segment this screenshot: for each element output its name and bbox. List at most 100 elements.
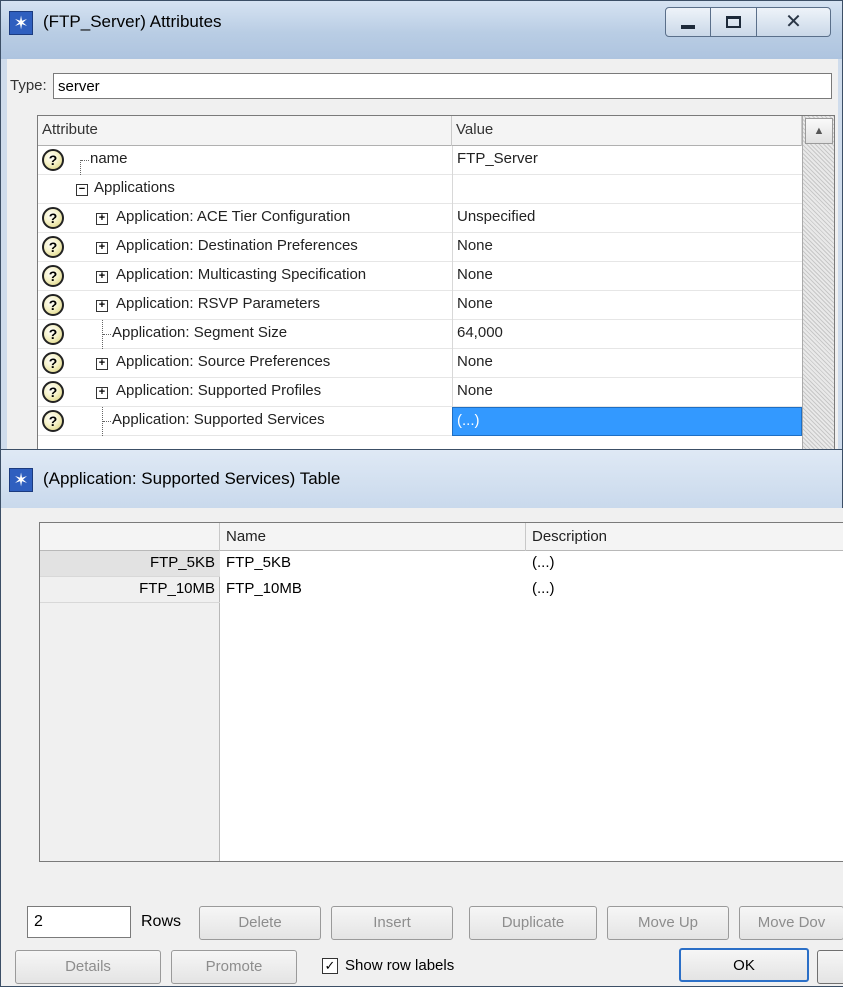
promote-button[interactable]: Promote bbox=[171, 950, 297, 984]
collapse-icon[interactable]: − bbox=[76, 184, 88, 196]
attribute-value[interactable]: None bbox=[452, 378, 802, 407]
details-button[interactable]: Details bbox=[15, 950, 161, 984]
attribute-value[interactable]: None bbox=[452, 291, 802, 320]
cell-name[interactable]: FTP_10MB bbox=[220, 577, 526, 603]
maximize-icon bbox=[726, 16, 741, 28]
question-mark-icon[interactable]: ? bbox=[42, 381, 64, 403]
tree-connector bbox=[80, 160, 90, 175]
minimize-button[interactable] bbox=[665, 7, 711, 37]
attribute-row-supported-services[interactable]: ? Application: Supported Services (...) bbox=[38, 407, 802, 436]
table-row[interactable]: FTP_10MB FTP_10MB (...) bbox=[40, 577, 843, 603]
expand-icon[interactable]: + bbox=[96, 271, 108, 283]
expand-icon[interactable]: + bbox=[96, 242, 108, 254]
column-header-attribute[interactable]: Attribute bbox=[38, 116, 452, 146]
attribute-row-multicasting[interactable]: ? + Application: Multicasting Specificat… bbox=[38, 262, 802, 291]
ok-button[interactable]: OK bbox=[679, 948, 809, 982]
attribute-value-selected[interactable]: (...) bbox=[452, 407, 802, 436]
row-label[interactable]: FTP_5KB bbox=[40, 551, 220, 577]
rows-label: Rows bbox=[141, 913, 182, 930]
cell-description[interactable]: (...) bbox=[526, 577, 843, 603]
attributes-client: Type: Attribute Value ? name FTP_Server … bbox=[7, 59, 838, 467]
opnet-star-icon: ✶ bbox=[9, 11, 33, 35]
attribute-row-supported-profiles[interactable]: ? + Application: Supported Profiles None bbox=[38, 378, 802, 407]
column-header-value[interactable]: Value bbox=[452, 116, 802, 146]
attributes-window: ✶ (FTP_Server) Attributes ✕ Type: Attrib… bbox=[0, 0, 843, 470]
expand-icon[interactable]: + bbox=[96, 300, 108, 312]
attribute-value[interactable]: None bbox=[452, 349, 802, 378]
attribute-value[interactable]: FTP_Server bbox=[452, 146, 802, 175]
attribute-value[interactable] bbox=[452, 175, 802, 204]
vertical-scrollbar[interactable]: ▲ bbox=[802, 116, 834, 466]
attributes-grid: Attribute Value ? name FTP_Server − Appl… bbox=[37, 115, 835, 467]
attribute-name: Application: Supported Profiles bbox=[116, 382, 322, 399]
rows-count-field[interactable] bbox=[27, 906, 131, 938]
show-row-labels-label[interactable]: Show row labels bbox=[345, 957, 454, 974]
move-down-button[interactable]: Move Dov bbox=[739, 906, 843, 940]
expand-icon[interactable]: + bbox=[96, 387, 108, 399]
attribute-name: Applications bbox=[94, 179, 175, 196]
attribute-value[interactable]: None bbox=[452, 233, 802, 262]
table-client: Name Description FTP_5KB FTP_5KB (...) F… bbox=[7, 508, 843, 986]
question-mark-icon[interactable]: ? bbox=[42, 236, 64, 258]
attribute-row-segment-size[interactable]: ? Application: Segment Size 64,000 bbox=[38, 320, 802, 349]
attribute-name: Application: Segment Size bbox=[112, 324, 288, 341]
row-label[interactable]: FTP_10MB bbox=[40, 577, 220, 603]
insert-button[interactable]: Insert bbox=[331, 906, 453, 940]
question-mark-icon[interactable]: ? bbox=[42, 207, 64, 229]
column-header-name[interactable]: Name bbox=[220, 523, 526, 551]
tree-connector bbox=[102, 407, 112, 436]
attribute-name: Application: Source Preferences bbox=[116, 353, 331, 370]
attribute-name: Application: RSVP Parameters bbox=[116, 295, 320, 312]
attribute-value[interactable]: Unspecified bbox=[452, 204, 802, 233]
minimize-icon bbox=[681, 25, 695, 29]
attribute-value[interactable]: None bbox=[452, 262, 802, 291]
question-mark-icon[interactable]: ? bbox=[42, 265, 64, 287]
attribute-row-ace-tier[interactable]: ? + Application: ACE Tier Configuration … bbox=[38, 204, 802, 233]
cancel-button-partial[interactable] bbox=[817, 950, 843, 984]
maximize-button[interactable] bbox=[711, 7, 757, 37]
close-button[interactable]: ✕ bbox=[757, 7, 831, 37]
attribute-value[interactable]: 64,000 bbox=[452, 320, 802, 349]
question-mark-icon[interactable]: ? bbox=[42, 323, 64, 345]
show-row-labels-checkbox[interactable]: ✓ bbox=[322, 958, 338, 974]
attribute-row-name[interactable]: ? name FTP_Server bbox=[38, 146, 802, 175]
attribute-row-source-preferences[interactable]: ? + Application: Source Preferences None bbox=[38, 349, 802, 378]
move-up-button[interactable]: Move Up bbox=[607, 906, 729, 940]
attribute-name: name bbox=[90, 150, 128, 167]
row-label-header bbox=[40, 523, 220, 551]
scroll-up-icon[interactable]: ▲ bbox=[805, 118, 833, 144]
duplicate-button[interactable]: Duplicate bbox=[469, 906, 597, 940]
attribute-name: Application: Supported Services bbox=[112, 411, 325, 428]
column-header-description[interactable]: Description bbox=[526, 523, 843, 551]
delete-button[interactable]: Delete bbox=[199, 906, 321, 940]
attribute-row-rsvp[interactable]: ? + Application: RSVP Parameters None bbox=[38, 291, 802, 320]
close-icon: ✕ bbox=[785, 11, 802, 33]
attribute-name: Application: ACE Tier Configuration bbox=[116, 208, 351, 225]
type-label: Type: bbox=[10, 77, 47, 94]
table-row[interactable]: FTP_5KB FTP_5KB (...) bbox=[40, 551, 843, 577]
tree-connector bbox=[102, 320, 112, 349]
table-window-title: (Application: Supported Services) Table bbox=[43, 469, 341, 488]
type-field[interactable] bbox=[53, 73, 832, 99]
attributes-window-title: (FTP_Server) Attributes bbox=[43, 12, 222, 31]
attribute-name: Application: Multicasting Specification bbox=[116, 266, 367, 283]
expand-icon[interactable]: + bbox=[96, 358, 108, 370]
services-table-header: Name Description bbox=[40, 523, 843, 551]
opnet-star-icon: ✶ bbox=[9, 468, 33, 492]
cell-description[interactable]: (...) bbox=[526, 551, 843, 577]
attribute-name: Application: Destination Preferences bbox=[116, 237, 358, 254]
expand-icon[interactable]: + bbox=[96, 213, 108, 225]
question-mark-icon[interactable]: ? bbox=[42, 410, 64, 432]
attribute-row-destination-preferences[interactable]: ? + Application: Destination Preferences… bbox=[38, 233, 802, 262]
question-mark-icon[interactable]: ? bbox=[42, 149, 64, 171]
cell-name[interactable]: FTP_5KB bbox=[220, 551, 526, 577]
attributes-grid-header: Attribute Value bbox=[38, 116, 834, 146]
attribute-row-applications[interactable]: − Applications bbox=[38, 175, 802, 204]
services-table: Name Description FTP_5KB FTP_5KB (...) F… bbox=[39, 522, 843, 862]
attributes-titlebar[interactable]: ✶ (FTP_Server) Attributes ✕ bbox=[1, 1, 842, 59]
question-mark-icon[interactable]: ? bbox=[42, 352, 64, 374]
window-controls: ✕ bbox=[665, 7, 835, 37]
table-window: ✶ (Application: Supported Services) Tabl… bbox=[0, 449, 843, 987]
table-titlebar[interactable]: ✶ (Application: Supported Services) Tabl… bbox=[1, 450, 842, 508]
question-mark-icon[interactable]: ? bbox=[42, 294, 64, 316]
